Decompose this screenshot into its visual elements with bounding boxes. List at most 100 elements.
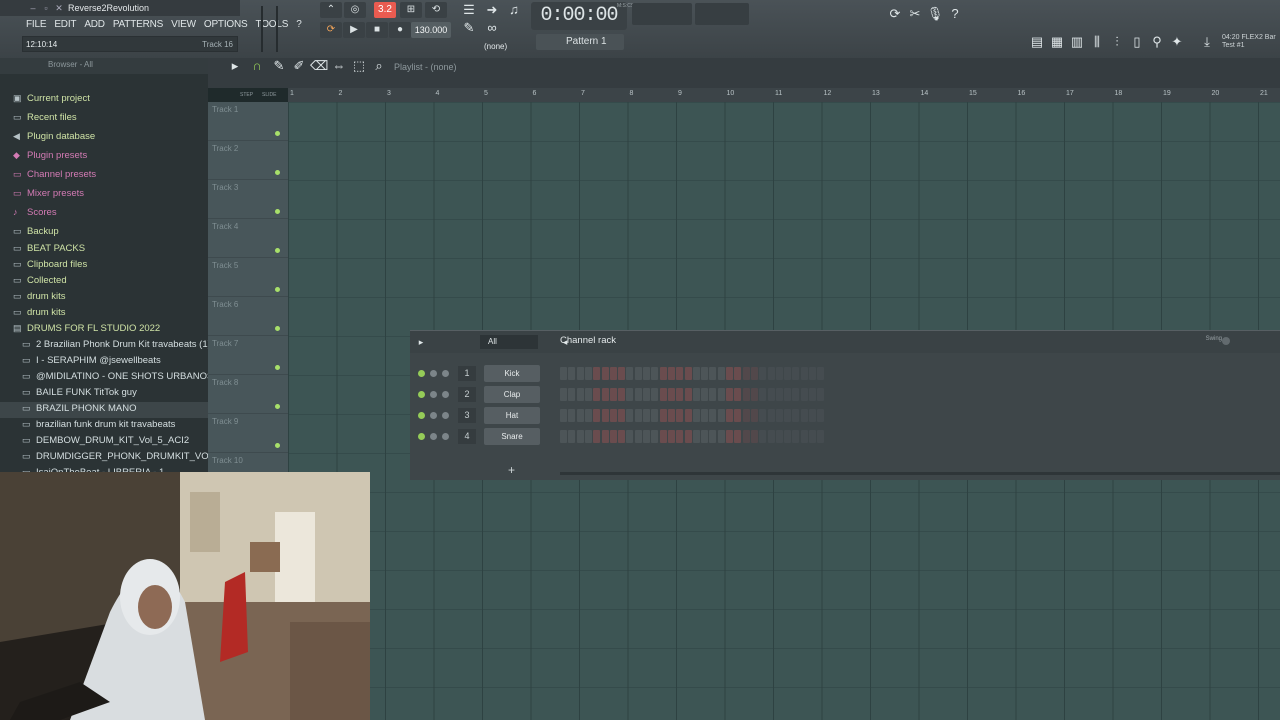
pattern-selector[interactable]: Pattern 1 [536, 34, 624, 50]
menu-options[interactable]: OPTIONS [200, 17, 252, 33]
maximize-icon[interactable]: ▫ [41, 3, 51, 13]
track-header[interactable]: Track 4 [208, 219, 288, 258]
step-button[interactable] [817, 430, 825, 443]
pan-knob[interactable] [430, 370, 437, 377]
step-button[interactable] [593, 430, 601, 443]
browser-item[interactable]: ▤ DRUMS FOR FL STUDIO 2022 [0, 322, 208, 338]
step-button[interactable] [659, 409, 667, 422]
track-header[interactable]: Track 6 [208, 297, 288, 336]
menu-edit[interactable]: EDIT [50, 17, 80, 33]
channel-filter-dropdown[interactable]: All [480, 335, 538, 349]
play-icon[interactable]: ▶ [343, 22, 365, 38]
menu-help[interactable]: ? [292, 17, 305, 33]
browser-item[interactable]: ▭ Channel presets [0, 168, 208, 187]
step-button[interactable] [576, 367, 584, 380]
channel-mixer-track[interactable]: 1 [458, 366, 476, 381]
step-button[interactable] [651, 430, 659, 443]
browser-window-icon[interactable]: ▯ [1128, 34, 1146, 50]
step-button[interactable] [676, 430, 684, 443]
step-button[interactable] [684, 388, 692, 401]
track-mute-led[interactable] [275, 287, 280, 292]
step-button[interactable] [684, 367, 692, 380]
step-button[interactable] [626, 430, 634, 443]
step-button[interactable] [767, 430, 775, 443]
channel-row[interactable]: 4 Snare [410, 427, 1280, 447]
channel-name-button[interactable]: Snare [484, 428, 540, 445]
step-button[interactable] [626, 388, 634, 401]
step-button[interactable] [601, 409, 609, 422]
track-mute-led[interactable] [275, 131, 280, 136]
browser-item[interactable]: ▭ drum kits [0, 306, 208, 322]
step-button[interactable] [767, 388, 775, 401]
step-button[interactable] [750, 430, 758, 443]
step-button[interactable] [784, 388, 792, 401]
step-button[interactable] [576, 430, 584, 443]
wait-record-icon[interactable]: ◎ [344, 2, 366, 18]
step-button[interactable] [750, 367, 758, 380]
step-button[interactable] [593, 367, 601, 380]
step-button[interactable] [659, 388, 667, 401]
browser-item[interactable]: ♪ Scores [0, 206, 208, 225]
menu-add[interactable]: ADD [80, 17, 109, 33]
plugin-icon[interactable]: ⚲ [1148, 34, 1166, 50]
step-button[interactable] [568, 367, 576, 380]
step-button[interactable] [784, 367, 792, 380]
step-button[interactable] [684, 430, 692, 443]
wrench-icon[interactable]: ✦ [1168, 34, 1186, 50]
step-button[interactable] [775, 430, 783, 443]
snap-icon[interactable]: ☰ [460, 2, 478, 18]
step-button[interactable] [742, 430, 750, 443]
step-button[interactable] [809, 388, 816, 401]
browser-item[interactable]: ▭ BRAZIL PHONK MANO [0, 402, 208, 418]
step-button[interactable] [659, 367, 667, 380]
channel-rack-menu-icon[interactable]: ▸ [412, 334, 430, 350]
channel-mixer-track[interactable]: 3 [458, 408, 476, 423]
plugin-news[interactable]: 04:20 FLEX2 Bar Test #1 [1222, 34, 1276, 50]
step-button[interactable] [634, 409, 642, 422]
step-button[interactable] [560, 430, 567, 443]
step-button[interactable] [618, 388, 626, 401]
channel-name-button[interactable]: Hat [484, 407, 540, 424]
mixer-window-icon[interactable]: ⫼ [1088, 34, 1106, 50]
mute-led[interactable] [418, 412, 425, 419]
step-button[interactable] [726, 388, 733, 401]
channel-mixer-track[interactable]: 2 [458, 387, 476, 402]
channel-rack-window-icon[interactable]: ▥ [1068, 34, 1086, 50]
step-button[interactable] [560, 367, 567, 380]
step-button[interactable] [593, 409, 601, 422]
close-icon[interactable]: ✕ [54, 3, 64, 13]
track-mute-led[interactable] [275, 170, 280, 175]
step-button[interactable] [717, 367, 725, 380]
step-button[interactable] [809, 367, 816, 380]
step-button[interactable] [800, 430, 808, 443]
browser-item[interactable]: ▭ Clipboard files [0, 258, 208, 274]
step-button[interactable] [734, 388, 742, 401]
step-button[interactable] [742, 409, 750, 422]
step-button[interactable] [676, 388, 684, 401]
step-button[interactable] [759, 430, 767, 443]
menu-view[interactable]: VIEW [167, 17, 200, 33]
step-button[interactable] [726, 409, 733, 422]
browser-item[interactable]: ▭ BEAT PACKS [0, 242, 208, 258]
cut-icon[interactable]: ✂ [906, 6, 924, 22]
step-button[interactable] [709, 430, 717, 443]
step-button[interactable] [817, 409, 825, 422]
step-button[interactable] [609, 409, 617, 422]
step-button[interactable] [601, 430, 609, 443]
browser-item[interactable]: ◀ Plugin database [0, 130, 208, 149]
step-button[interactable] [726, 367, 733, 380]
step-button[interactable] [750, 388, 758, 401]
step-button[interactable] [626, 367, 634, 380]
step-button[interactable] [676, 367, 684, 380]
step-button[interactable] [792, 388, 800, 401]
step-button[interactable] [626, 409, 634, 422]
channel-row[interactable]: 2 Clap [410, 385, 1280, 405]
step-button[interactable] [701, 430, 709, 443]
step-button[interactable] [643, 388, 650, 401]
menu-patterns[interactable]: PATTERNS [109, 17, 167, 33]
step-button[interactable] [618, 409, 626, 422]
step-button[interactable] [609, 388, 617, 401]
browser-item[interactable]: ▭ brazilian funk drum kit travabeats [0, 418, 208, 434]
master-volume-slider[interactable] [261, 6, 263, 52]
zoom-tool-icon[interactable]: ⌕ [370, 58, 388, 74]
